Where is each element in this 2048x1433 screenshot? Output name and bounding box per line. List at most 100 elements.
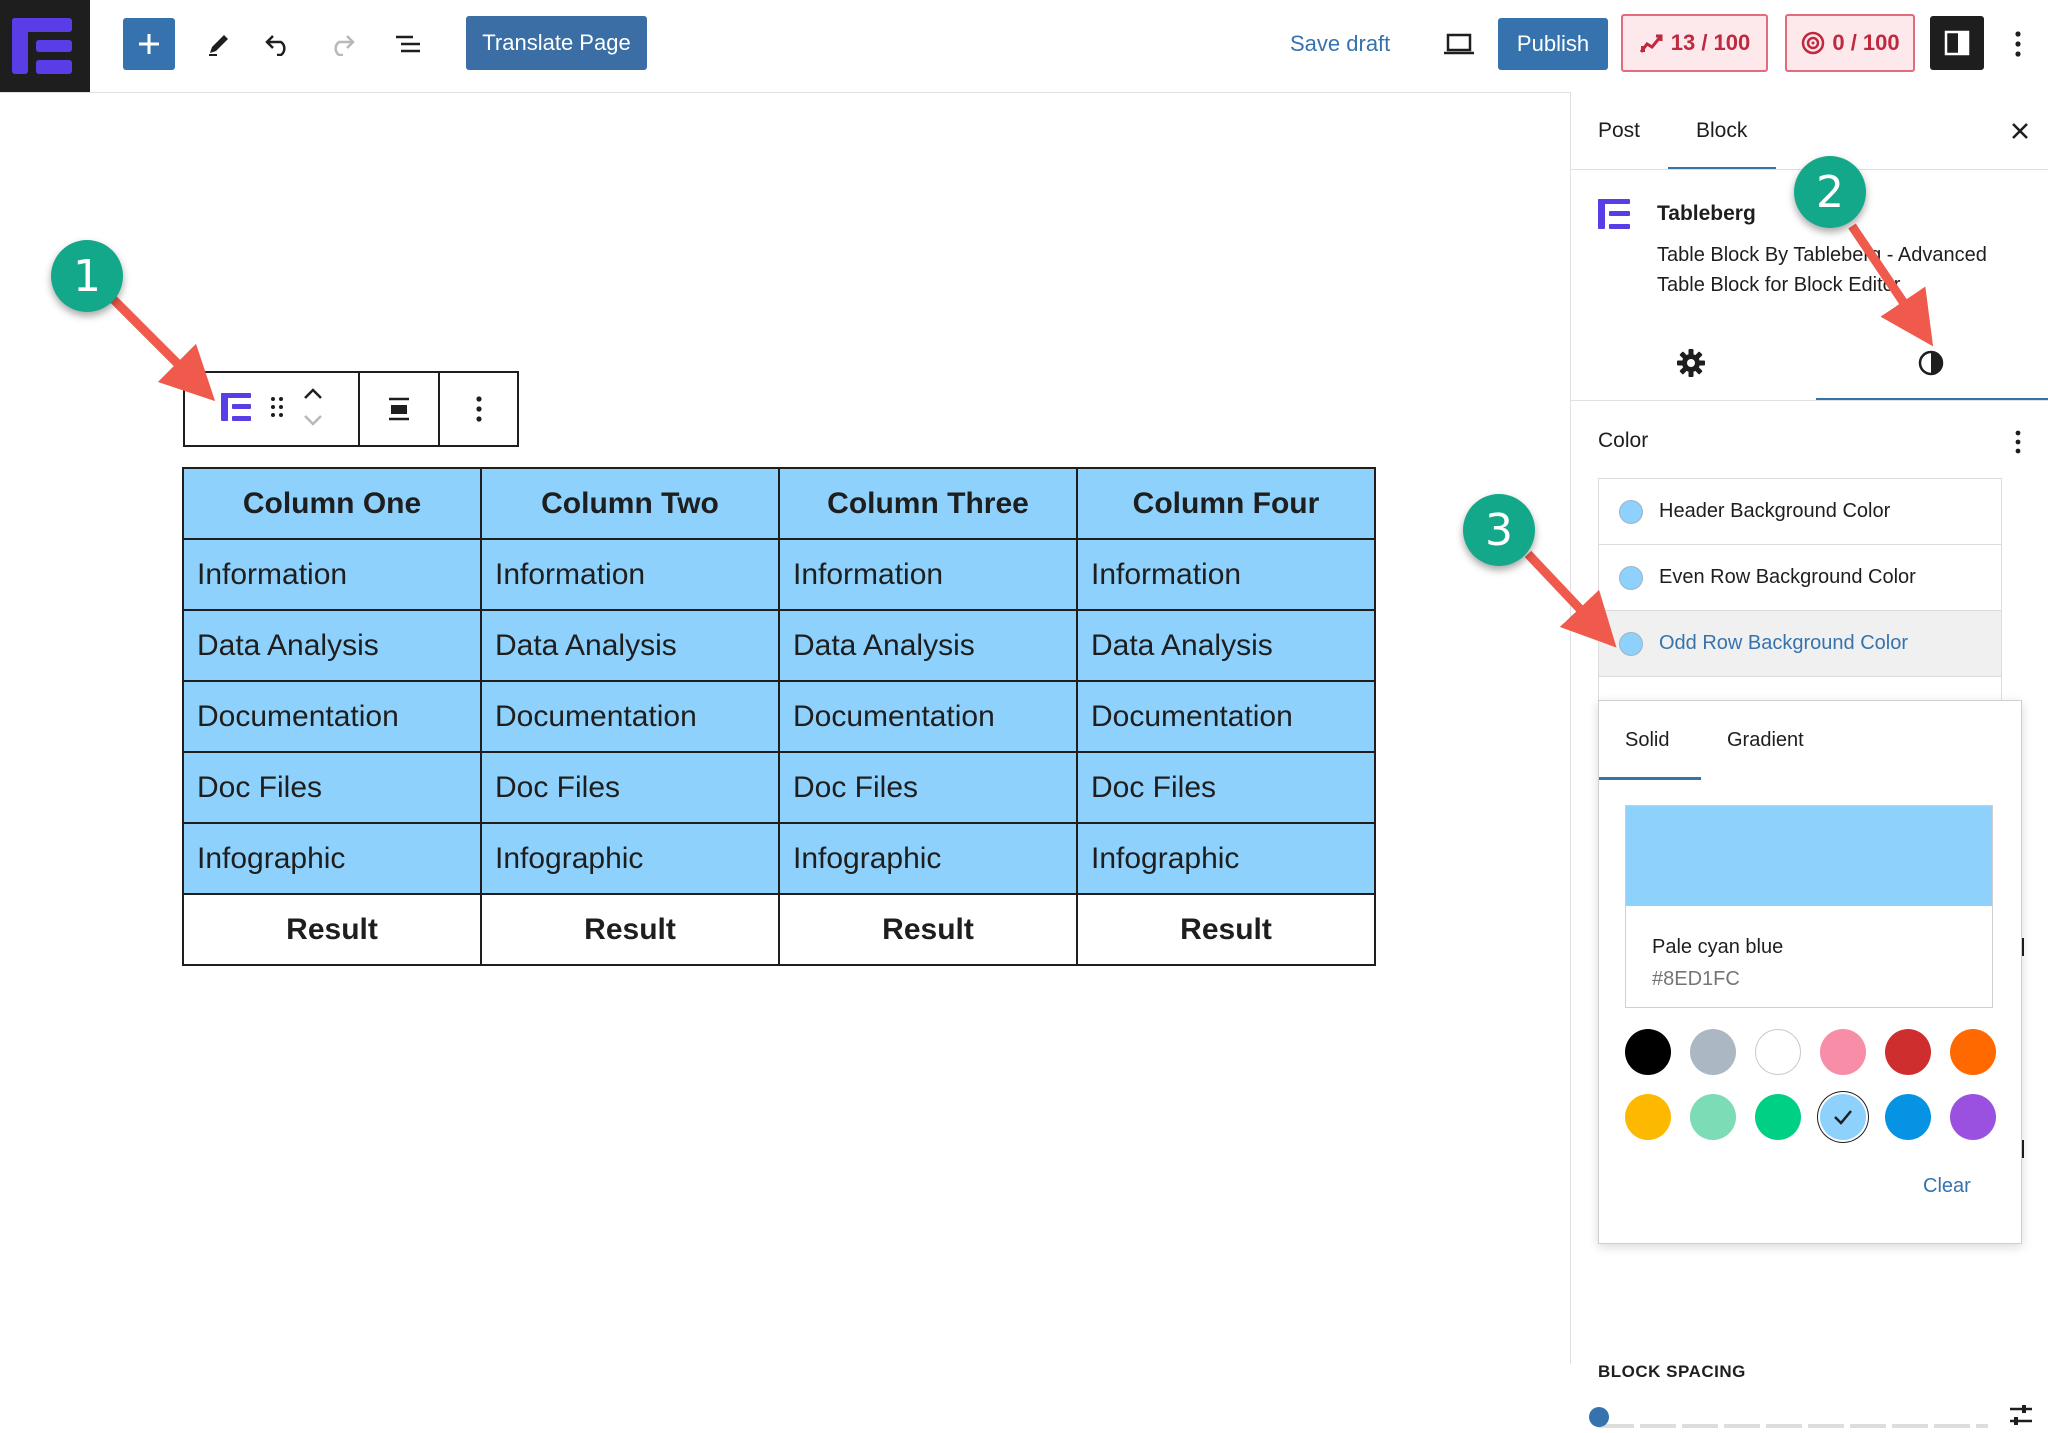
translate-page-button[interactable]: Translate Page bbox=[466, 16, 647, 70]
options-button[interactable] bbox=[2000, 20, 2036, 68]
align-button[interactable] bbox=[360, 373, 440, 445]
selected-color-name: Pale cyan blue bbox=[1652, 936, 1784, 958]
list-view-icon bbox=[396, 35, 420, 53]
color-item-label: Even Row Background Color bbox=[1659, 566, 1916, 588]
callout-badge: 3 bbox=[1463, 494, 1535, 566]
callout-badge: 1 bbox=[51, 240, 123, 312]
table-cell[interactable]: Information bbox=[778, 538, 1078, 611]
palette-color-swatch[interactable] bbox=[1625, 1029, 1671, 1075]
block-toolbar bbox=[183, 371, 519, 447]
color-item-label: Header Background Color bbox=[1659, 500, 1891, 522]
close-sidebar-button[interactable] bbox=[2003, 114, 2037, 148]
palette-color-swatch[interactable] bbox=[1950, 1029, 1996, 1075]
palette-color-swatch[interactable] bbox=[1950, 1094, 1996, 1140]
tab-post[interactable]: Post bbox=[1598, 92, 1640, 170]
table-cell[interactable]: Documentation bbox=[778, 680, 1078, 753]
tab-gradient[interactable]: Gradient bbox=[1727, 701, 1804, 779]
tableberg-logo-icon[interactable] bbox=[0, 0, 90, 92]
table-cell[interactable]: Documentation bbox=[1076, 680, 1376, 753]
block-spacing-slider[interactable] bbox=[1598, 1415, 1988, 1428]
even-row-background-color-item[interactable]: Even Row Background Color bbox=[1599, 545, 2001, 611]
palette-color-swatch[interactable] bbox=[1885, 1029, 1931, 1075]
table-header-cell[interactable]: Column One bbox=[182, 467, 482, 540]
tableberg-table[interactable]: Column One Column Two Column Three Colum… bbox=[182, 467, 1376, 966]
table-cell[interactable]: Infographic bbox=[182, 822, 482, 895]
redo-icon bbox=[334, 35, 355, 56]
header-background-color-item[interactable]: Header Background Color bbox=[1599, 479, 2001, 545]
readability-score-button[interactable]: 0 / 100 bbox=[1785, 14, 1915, 72]
color-swatch bbox=[1619, 499, 1643, 524]
preview-button[interactable] bbox=[1438, 20, 1480, 68]
selected-color-preview[interactable]: Pale cyan blue #8ED1FC bbox=[1625, 805, 1993, 1008]
redo-button[interactable] bbox=[318, 20, 366, 68]
styles-tab[interactable] bbox=[1901, 338, 1961, 388]
palette-color-swatch[interactable] bbox=[1820, 1029, 1866, 1075]
tab-block[interactable]: Block bbox=[1696, 92, 1747, 170]
table-cell[interactable]: Infographic bbox=[778, 822, 1078, 895]
palette-color-swatch[interactable] bbox=[1625, 1094, 1671, 1140]
gear-icon bbox=[1677, 349, 1705, 377]
editor-top-bar: Translate Page Save draft Publish 13 / 1… bbox=[0, 0, 2048, 93]
tableberg-block-icon[interactable] bbox=[220, 392, 252, 427]
table-header-cell[interactable]: Column Three bbox=[778, 467, 1078, 540]
table-cell[interactable]: Doc Files bbox=[480, 751, 780, 824]
color-options-button[interactable] bbox=[2001, 422, 2035, 462]
palette-color-swatch[interactable] bbox=[1755, 1029, 1801, 1075]
table-cell[interactable]: Data Analysis bbox=[480, 609, 780, 682]
check-icon bbox=[1834, 1110, 1852, 1125]
palette-color-swatch[interactable] bbox=[1690, 1094, 1736, 1140]
table-cell[interactable]: Information bbox=[1076, 538, 1376, 611]
block-type-group bbox=[185, 373, 360, 445]
block-description: Table Block By Tableberg - Advanced Tabl… bbox=[1657, 244, 1987, 296]
block-options-button[interactable] bbox=[440, 373, 517, 445]
divider bbox=[1571, 400, 2048, 401]
publish-button[interactable]: Publish bbox=[1498, 18, 1608, 70]
palette-color-swatch[interactable] bbox=[1885, 1094, 1931, 1140]
block-title: Tableberg bbox=[1657, 202, 1756, 225]
settings-tab[interactable] bbox=[1661, 338, 1721, 388]
block-spacing-slider-handle[interactable] bbox=[1589, 1407, 1609, 1427]
palette-color-swatch[interactable] bbox=[1690, 1029, 1736, 1075]
table-body: Information Information Information Info… bbox=[182, 538, 1376, 895]
document-overview-button[interactable] bbox=[384, 20, 432, 68]
table-footer-cell[interactable]: Result bbox=[480, 893, 780, 966]
settings-sidebar-toggle[interactable] bbox=[1930, 16, 1984, 70]
undo-button[interactable] bbox=[254, 20, 302, 68]
table-cell[interactable]: Doc Files bbox=[778, 751, 1078, 824]
table-cell[interactable]: Documentation bbox=[182, 680, 482, 753]
add-block-button[interactable] bbox=[123, 18, 175, 70]
table-footer-cell[interactable]: Result bbox=[1076, 893, 1376, 966]
table-cell[interactable]: Doc Files bbox=[182, 751, 482, 824]
tab-solid[interactable]: Solid bbox=[1625, 701, 1669, 779]
clear-color-button[interactable]: Clear bbox=[1923, 1175, 1971, 1198]
palette-color-swatch[interactable] bbox=[1820, 1094, 1866, 1140]
color-item-label: Odd Row Background Color bbox=[1659, 632, 1909, 654]
table-footer-cell[interactable]: Result bbox=[182, 893, 482, 966]
seo-score-button[interactable]: 13 / 100 bbox=[1621, 14, 1768, 72]
table-cell[interactable]: Information bbox=[182, 538, 482, 611]
edit-tool-button[interactable] bbox=[195, 20, 243, 68]
vertical-ellipsis-icon bbox=[475, 396, 482, 422]
table-footer-cell[interactable]: Result bbox=[778, 893, 1078, 966]
table-cell[interactable]: Infographic bbox=[1076, 822, 1376, 895]
table-header-cell[interactable]: Column Two bbox=[480, 467, 780, 540]
custom-spacing-button[interactable] bbox=[2003, 1397, 2039, 1433]
align-center-icon bbox=[389, 397, 409, 421]
table-header-cell[interactable]: Column Four bbox=[1076, 467, 1376, 540]
table-cell[interactable]: Doc Files bbox=[1076, 751, 1376, 824]
table-cell[interactable]: Infographic bbox=[480, 822, 780, 895]
laptop-icon bbox=[1444, 33, 1474, 55]
drag-handle-icon[interactable] bbox=[270, 395, 284, 424]
table-cell[interactable]: Information bbox=[480, 538, 780, 611]
color-swatch bbox=[1619, 565, 1643, 590]
table-cell[interactable]: Data Analysis bbox=[182, 609, 482, 682]
table-cell[interactable]: Documentation bbox=[480, 680, 780, 753]
table-cell[interactable]: Data Analysis bbox=[778, 609, 1078, 682]
chevron-up-down-icon[interactable] bbox=[302, 385, 324, 434]
table-cell[interactable]: Data Analysis bbox=[1076, 609, 1376, 682]
color-settings-list: Header Background Color Even Row Backgro… bbox=[1598, 478, 2002, 724]
odd-row-background-color-item[interactable]: Odd Row Background Color bbox=[1599, 611, 2001, 677]
save-draft-button[interactable]: Save draft bbox=[1290, 20, 1390, 68]
undo-icon bbox=[265, 35, 286, 56]
palette-color-swatch[interactable] bbox=[1755, 1094, 1801, 1140]
